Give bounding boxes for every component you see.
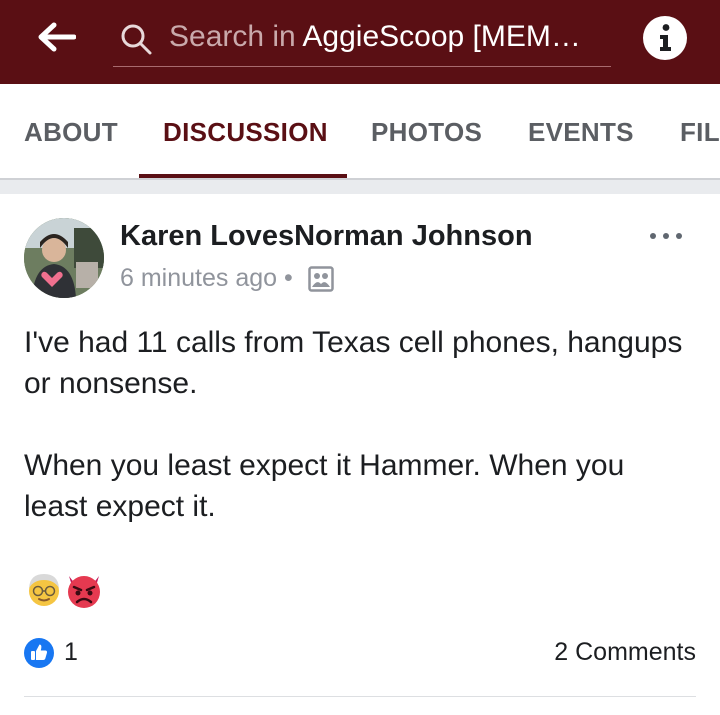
angry-devil-emoji bbox=[68, 576, 100, 608]
more-options-icon[interactable] bbox=[648, 228, 684, 244]
search-input[interactable]: Search in AggieScoop [MEM… bbox=[169, 20, 609, 54]
post-time[interactable]: 6 minutes ago bbox=[120, 264, 277, 292]
post-meta: 6 minutes ago • bbox=[120, 264, 293, 293]
tab-photos[interactable]: PHOTOS bbox=[371, 117, 482, 148]
search-bar[interactable]: Search in AggieScoop [MEM… bbox=[113, 12, 611, 67]
tab-events[interactable]: EVENTS bbox=[528, 117, 634, 148]
info-icon[interactable] bbox=[641, 14, 689, 62]
avatar[interactable] bbox=[24, 218, 104, 298]
post-bottom-divider bbox=[24, 696, 696, 697]
like-count[interactable]: 1 bbox=[64, 638, 78, 667]
tab-bar: ABOUT DISCUSSION PHOTOS EVENTS FIL bbox=[0, 84, 720, 180]
tab-discussion[interactable]: DISCUSSION bbox=[163, 117, 328, 148]
section-divider bbox=[0, 178, 720, 194]
post-body: I've had 11 calls from Texas cell phones… bbox=[24, 322, 694, 527]
old-man-emoji bbox=[29, 574, 59, 606]
search-placeholder: Search in bbox=[169, 20, 303, 53]
post-author[interactable]: Karen LovesNorman Johnson bbox=[120, 220, 533, 253]
meta-separator: • bbox=[284, 264, 293, 292]
back-arrow-icon[interactable] bbox=[36, 22, 76, 52]
comments-count[interactable]: 2 Comments bbox=[554, 638, 696, 667]
search-icon bbox=[121, 24, 152, 55]
post-paragraph: When you least expect it Hammer. When yo… bbox=[24, 449, 625, 523]
tab-about[interactable]: ABOUT bbox=[24, 117, 118, 148]
search-group-name: AggieScoop [MEM… bbox=[302, 20, 581, 53]
tab-files[interactable]: FIL bbox=[680, 117, 720, 148]
post-paragraph: I've had 11 calls from Texas cell phones… bbox=[24, 326, 683, 400]
group-icon bbox=[308, 266, 334, 292]
top-app-bar: Search in AggieScoop [MEM… bbox=[0, 0, 720, 84]
like-icon[interactable] bbox=[24, 638, 54, 668]
